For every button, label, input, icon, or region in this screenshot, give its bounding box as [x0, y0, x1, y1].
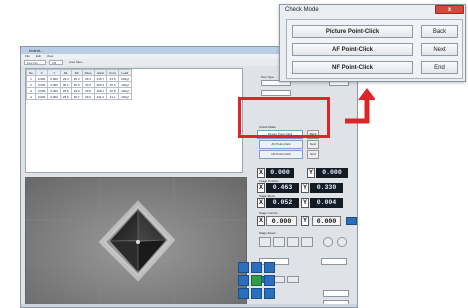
- main-title: Indent...: [29, 48, 44, 53]
- menu-file[interactable]: File: [25, 54, 30, 58]
- highlight-box: [238, 97, 330, 138]
- nav-up-left-icon[interactable]: [238, 262, 249, 273]
- nav-right-icon[interactable]: [264, 275, 275, 286]
- next-button[interactable]: Next: [421, 43, 458, 56]
- table-cell: 4: [26, 93, 36, 100]
- test-type-label: Test Type: [261, 75, 274, 79]
- y-axis-label: Y: [301, 216, 309, 226]
- tool-button-1[interactable]: [259, 237, 271, 247]
- lens-select[interactable]: [261, 90, 291, 96]
- tool-button-2[interactable]: [273, 237, 285, 247]
- y-value: 0.004: [310, 198, 343, 208]
- end-button[interactable]: End: [421, 61, 458, 74]
- table-cell: 211.2: [93, 93, 108, 100]
- table-cell: 29.6: [81, 93, 95, 100]
- table-cell: 29.7: [70, 93, 83, 100]
- table-row[interactable]: 4 0.000 0.000 29.6 29.7 29.6 211.2 21.1 …: [26, 93, 132, 100]
- y-axis-label: Y: [301, 198, 309, 208]
- nav-down-left-icon[interactable]: [238, 288, 249, 299]
- tool-button-5[interactable]: [323, 237, 333, 247]
- x-value: 0.052: [266, 198, 299, 208]
- mini-nf-button[interactable]: NF Point-Click: [259, 150, 303, 159]
- indentation-image-svg: [26, 178, 246, 304]
- y-input[interactable]: 0.000: [312, 216, 341, 226]
- check-mode-dialog: Check Mode x Picture Point-Click AF Poin…: [279, 4, 466, 82]
- nav-down-icon[interactable]: [251, 288, 262, 299]
- table-cell: 0.000: [34, 93, 49, 100]
- results-table: No X Y D1 D2 Dave Hard Conv Load 1 0.000…: [25, 68, 243, 173]
- x-axis-label: X: [257, 168, 265, 178]
- menu-edit[interactable]: Edit: [36, 54, 41, 58]
- picture-point-click-button[interactable]: Picture Point-Click: [292, 25, 413, 38]
- x-axis-label: X: [257, 198, 265, 208]
- nav-down-right-icon[interactable]: [264, 288, 275, 299]
- tool-button-3[interactable]: [287, 237, 299, 247]
- tool-button-6[interactable]: [337, 237, 347, 247]
- status-bar: [21, 304, 357, 307]
- dialog-title: Check Mode: [285, 7, 319, 13]
- x-axis-label: X: [257, 216, 265, 226]
- table-cell: 29.6: [59, 93, 72, 100]
- stage-nav-pad: [238, 262, 278, 304]
- table-cell: 100gf: [118, 93, 132, 100]
- main-window: Indent... File Edit View Line No 1/8 Aut…: [20, 46, 358, 308]
- x-axis-label: X: [257, 183, 265, 193]
- mini-next-button[interactable]: Next: [307, 140, 319, 149]
- pointer-arrow-icon: [345, 88, 375, 124]
- stage-move-row: X 0.052 Y 0.004: [257, 198, 359, 208]
- nav-up-right-icon[interactable]: [264, 262, 275, 273]
- close-icon[interactable]: x: [435, 5, 464, 14]
- nav-up-icon[interactable]: [251, 262, 262, 273]
- mini-af-button[interactable]: AF Point-Click: [259, 140, 303, 149]
- stage-reset-label: Stage Reset: [259, 231, 276, 235]
- option-select-2[interactable]: [321, 258, 347, 265]
- af-point-click-button[interactable]: AF Point-Click: [292, 43, 413, 56]
- go-button[interactable]: [346, 217, 357, 225]
- stage-tab-3[interactable]: [287, 276, 299, 283]
- back-button[interactable]: Back: [421, 25, 458, 38]
- y-value: 0.000: [316, 168, 348, 178]
- indentation-image[interactable]: [25, 177, 247, 305]
- auto-measure-checkbox[interactable]: Auto Mea...: [67, 60, 93, 65]
- x-value: 0.000: [266, 168, 294, 178]
- tool-button-4[interactable]: [301, 237, 313, 247]
- y-value: 0.330: [310, 183, 343, 193]
- line-no-select[interactable]: Line No: [24, 60, 46, 65]
- menu-view[interactable]: View: [47, 54, 53, 58]
- y-axis-label: Y: [301, 183, 309, 193]
- image-position-row: X 0.463 Y 0.330: [257, 183, 359, 193]
- mini-end-button[interactable]: End: [307, 150, 319, 159]
- speed-input[interactable]: [323, 290, 349, 297]
- y-axis-label: Y: [307, 168, 315, 178]
- stage-control-row: X 0.000 Y 0.000: [257, 216, 359, 226]
- stage-position-row: X 0.000 Y 0.000: [257, 168, 359, 178]
- nf-point-click-button[interactable]: NF Point-Click: [292, 61, 413, 74]
- table-cell: 0.000: [47, 93, 61, 100]
- x-value: 0.463: [266, 183, 299, 193]
- nav-center-icon[interactable]: [251, 275, 262, 286]
- nav-left-icon[interactable]: [238, 275, 249, 286]
- stage-control-label: Stage Control: [259, 211, 278, 215]
- table-cell: 21.1: [106, 93, 120, 100]
- dialog-body: Picture Point-Click AF Point-Click NF Po…: [286, 19, 463, 79]
- x-input[interactable]: 0.000: [266, 216, 297, 226]
- page-indicator: 1/8: [49, 60, 63, 65]
